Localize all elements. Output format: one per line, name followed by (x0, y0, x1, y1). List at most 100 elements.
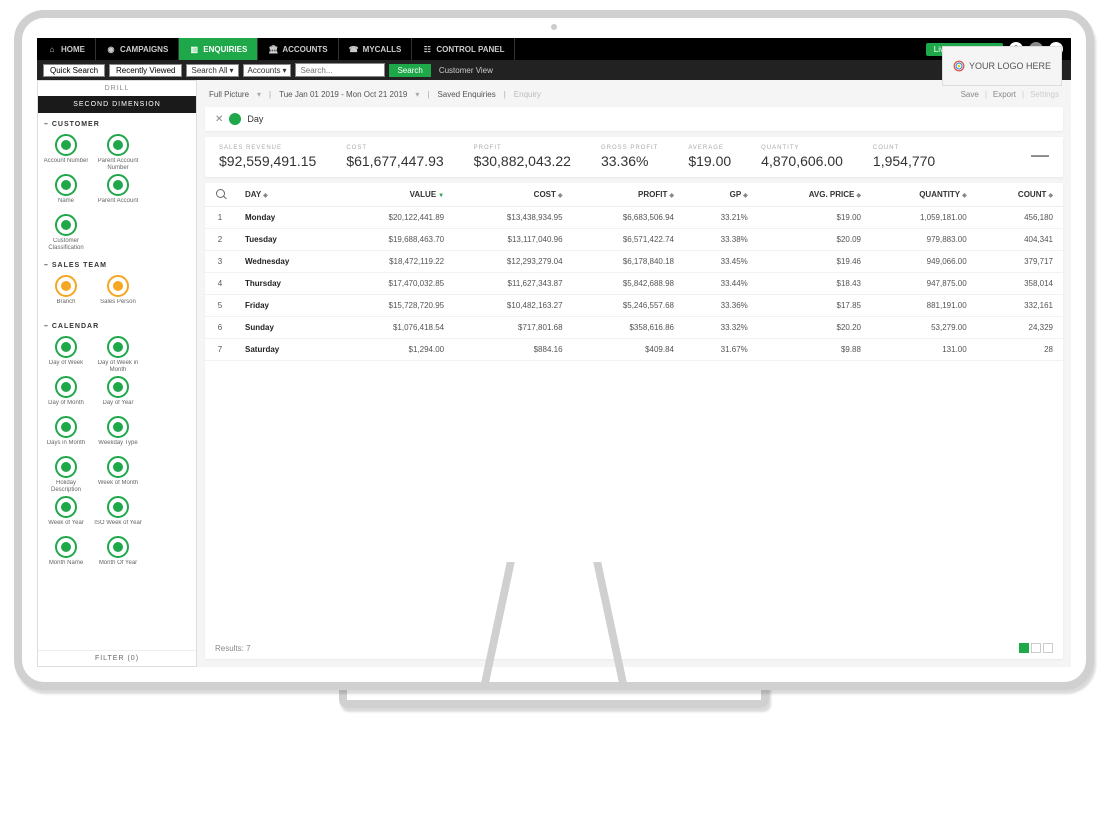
nav-accounts-label: ACCOUNTS (282, 45, 327, 54)
dimension-pill[interactable]: Branch (42, 275, 90, 313)
row-index: 2 (205, 229, 235, 251)
data-table: DAY◆ VALUE▼ COST◆ PROFIT◆ GP◆ AVG. PRICE… (205, 183, 1063, 361)
view-toggle-cards[interactable] (1031, 643, 1041, 653)
view-toggle-grid[interactable] (1043, 643, 1053, 653)
export-link[interactable]: Export (993, 90, 1016, 99)
table-row[interactable]: 5Friday$15,728,720.95$10,482,163.27$5,24… (205, 295, 1063, 317)
pill-circle-icon (107, 456, 129, 478)
pill-circle-icon (55, 376, 77, 398)
table-row[interactable]: 4Thursday$17,470,032.85$11,627,343.87$5,… (205, 273, 1063, 295)
cell-cost: $884.16 (454, 339, 572, 361)
second-dimension-tab[interactable]: SECOND DIMENSION (38, 96, 196, 113)
recently-viewed-button[interactable]: Recently Viewed (109, 64, 182, 77)
settings-link[interactable]: Settings (1030, 90, 1059, 99)
dimension-pill[interactable]: Day of Month (42, 376, 90, 414)
breadcrumb: Full Picture ▾ | Tue Jan 01 2019 - Mon O… (205, 88, 1063, 101)
pill-label: Name (58, 198, 74, 212)
kpi-gross-profit: GROSS PROFIT33.36% (601, 145, 658, 169)
save-link[interactable]: Save (961, 90, 979, 99)
table-row[interactable]: 7Saturday$1,294.00$884.16$409.8431.67%$9… (205, 339, 1063, 361)
filter-tab[interactable]: FILTER (0) (38, 650, 196, 666)
dimension-pill[interactable]: Parent Account Number (94, 134, 142, 172)
section-title[interactable]: SALES TEAM (40, 258, 194, 273)
dimension-pill[interactable]: Account Number (42, 134, 90, 172)
cell-value: $18,472,119.22 (336, 251, 454, 273)
customer-view-link[interactable]: Customer View (439, 66, 493, 75)
nav-home-label: HOME (61, 45, 85, 54)
building-icon: 🏛 (268, 44, 278, 54)
dimension-pill[interactable]: Customer Classification (42, 214, 90, 252)
chevron-down-icon[interactable]: ▾ (415, 90, 419, 99)
cell-profit: $5,246,557.68 (573, 295, 684, 317)
crumb-saved-enquiries[interactable]: Saved Enquiries (437, 90, 495, 99)
pill-label: Customer Classification (42, 238, 90, 252)
col-quantity[interactable]: QUANTITY◆ (871, 183, 977, 207)
col-profit[interactable]: PROFIT◆ (573, 183, 684, 207)
pill-circle-icon (107, 134, 129, 156)
dimension-pill[interactable]: Parent Account (94, 174, 142, 212)
dimension-pill[interactable]: Holiday Description (42, 456, 90, 494)
cell-profit: $6,178,840.18 (573, 251, 684, 273)
dimension-pill[interactable]: Days in Month (42, 416, 90, 454)
dimension-pill[interactable]: Month Of Year (94, 536, 142, 574)
search-scope-select[interactable]: Search All▾ (186, 64, 238, 77)
pill-label: Holiday Description (42, 480, 90, 494)
pill-circle-icon (55, 496, 77, 518)
collapse-kpi-icon[interactable]: — (1031, 145, 1049, 166)
crumb-full-picture[interactable]: Full Picture (209, 90, 249, 99)
cell-value: $20,122,441.89 (336, 207, 454, 229)
nav-mycalls[interactable]: ☎ MYCALLS (339, 38, 413, 60)
cell-profit: $6,683,506.94 (573, 207, 684, 229)
dimension-pill[interactable]: Week of Month (94, 456, 142, 494)
col-avg-price[interactable]: AVG. PRICE◆ (758, 183, 871, 207)
pill-label: Day of Week in Month (94, 360, 142, 374)
col-cost[interactable]: COST◆ (454, 183, 572, 207)
table-row[interactable]: 6Sunday$1,076,418.54$717,801.68$358,616.… (205, 317, 1063, 339)
pill-circle-icon (55, 134, 77, 156)
table-row[interactable]: 2Tuesday$19,688,463.70$13,117,040.96$6,5… (205, 229, 1063, 251)
nav-home[interactable]: ⌂ HOME (37, 38, 96, 60)
kpi-row: SALES REVENUE$92,559,491.15 COST$61,677,… (205, 137, 1063, 177)
dimension-pill[interactable]: Month Name (42, 536, 90, 574)
nav-control-panel[interactable]: ☷ CONTROL PANEL (412, 38, 515, 60)
remove-chip-icon[interactable]: ✕ (215, 114, 223, 125)
dimension-pill[interactable]: ISO Week of Year (94, 496, 142, 534)
nav-campaigns[interactable]: ◉ CAMPAIGNS (96, 38, 179, 60)
table-row[interactable]: 3Wednesday$18,472,119.22$12,293,279.04$6… (205, 251, 1063, 273)
dimension-pill[interactable]: Sales Person (94, 275, 142, 313)
section-title[interactable]: CUSTOMER (40, 117, 194, 132)
view-toggle-table[interactable] (1019, 643, 1029, 653)
dimension-pill[interactable]: Day of Year (94, 376, 142, 414)
row-index: 6 (205, 317, 235, 339)
dimension-pill[interactable]: Day of Week (42, 336, 90, 374)
dimension-pill[interactable]: Day of Week in Month (94, 336, 142, 374)
col-count[interactable]: COUNT◆ (977, 183, 1063, 207)
search-icon[interactable] (216, 189, 225, 198)
crumb-date-range[interactable]: Tue Jan 01 2019 - Mon Oct 21 2019 (279, 90, 407, 99)
cell-day: Monday (235, 207, 336, 229)
col-gp[interactable]: GP◆ (684, 183, 758, 207)
dimension-pill[interactable]: Week of Year (42, 496, 90, 534)
cell-avg-price: $18.43 (758, 273, 871, 295)
day-chip-label[interactable]: Day (247, 114, 263, 124)
table-row[interactable]: 1Monday$20,122,441.89$13,438,934.95$6,68… (205, 207, 1063, 229)
cell-gp: 33.32% (684, 317, 758, 339)
cell-value: $1,076,418.54 (336, 317, 454, 339)
view-toggles (1019, 643, 1053, 653)
search-input[interactable] (295, 63, 385, 77)
quick-search-button[interactable]: Quick Search (43, 64, 105, 77)
pill-circle-icon (55, 536, 77, 558)
section-title[interactable]: CALENDAR (40, 319, 194, 334)
col-day[interactable]: DAY◆ (235, 183, 336, 207)
col-value[interactable]: VALUE▼ (336, 183, 454, 207)
pill-label: Account Number (44, 158, 89, 172)
dimension-pill[interactable]: Weekday Type (94, 416, 142, 454)
nav-enquiries[interactable]: ▥ ENQUIRIES (179, 38, 258, 60)
nav-accounts[interactable]: 🏛 ACCOUNTS (258, 38, 338, 60)
search-entity-select[interactable]: Accounts▾ (243, 64, 292, 77)
chevron-down-icon[interactable]: ▾ (257, 90, 261, 99)
home-icon: ⌂ (47, 44, 57, 54)
dimension-pill[interactable]: Name (42, 174, 90, 212)
megaphone-icon: ◉ (106, 44, 116, 54)
search-button[interactable]: Search (389, 64, 430, 77)
